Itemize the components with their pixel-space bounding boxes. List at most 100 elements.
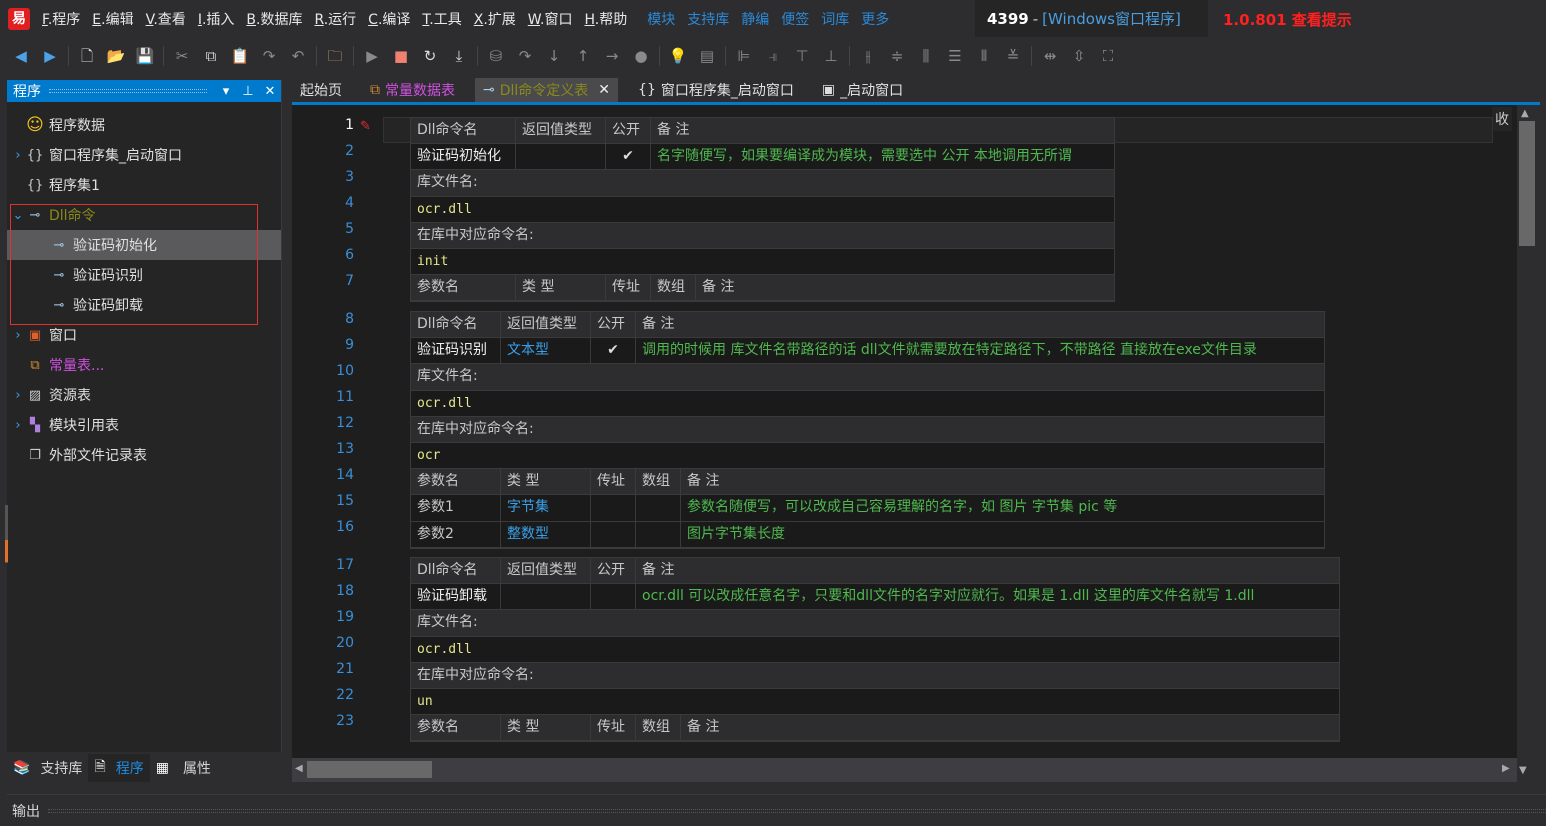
param-array-cell[interactable] (636, 495, 681, 521)
param-byref-cell[interactable] (591, 495, 636, 521)
param-name-cell[interactable]: 参数2 (411, 521, 501, 547)
command-name-cell[interactable]: 验证码初始化 (411, 144, 516, 170)
quick-link[interactable]: 支持库 (687, 9, 729, 29)
drag-grip[interactable] (48, 808, 1546, 813)
undo-icon[interactable]: ↶ (287, 45, 309, 67)
tree-item[interactable]: › ▨ 资源表 (7, 380, 281, 410)
library-file-value[interactable]: ocr.dll (411, 197, 1114, 222)
editor-tab[interactable]: ⊸ Dll命令定义表 ✕ (475, 78, 619, 102)
close-icon[interactable]: ✕ (259, 84, 281, 99)
editor-tab[interactable]: {} 窗口程序集_启动窗口 (630, 78, 802, 102)
menu-item[interactable]: F.程序 (42, 9, 80, 29)
tree-item[interactable]: ☺ 程序数据 (7, 110, 281, 140)
scroll-down-icon[interactable]: ▼ (1519, 765, 1527, 776)
scroll-right-icon[interactable]: ▶ (1502, 763, 1510, 774)
menu-item[interactable]: H.帮助 (584, 9, 627, 29)
quick-link[interactable]: 静编 (741, 9, 769, 29)
version-notice-link[interactable]: 1.0.801 查看提示 (1223, 9, 1352, 30)
fullscreen-icon[interactable]: ⛶ (1097, 45, 1119, 67)
open-folder-icon[interactable]: 📂 (105, 45, 127, 67)
param-array-cell[interactable] (636, 521, 681, 547)
editor-tab[interactable]: ⧉ 常量数据表 (362, 78, 463, 102)
menu-item[interactable]: W.窗口 (528, 9, 573, 29)
menu-item[interactable]: V.查看 (146, 9, 186, 29)
menu-item[interactable]: I.插入 (198, 9, 235, 29)
param-type-cell[interactable]: 字节集 (501, 495, 591, 521)
library-command-value[interactable]: init (411, 249, 1114, 274)
save-icon[interactable]: 💾 (134, 45, 156, 67)
menu-item[interactable]: X.扩展 (474, 9, 516, 29)
align-left-icon[interactable]: ⊫ (733, 45, 755, 67)
breakpoint-icon[interactable]: ⛁ (485, 45, 507, 67)
paste-icon[interactable]: 📋 (229, 45, 251, 67)
library-file-value[interactable]: ocr.dll (411, 391, 1324, 416)
copy-icon[interactable]: ⧉ (200, 45, 222, 67)
tree-item[interactable]: {} 程序集1 (7, 170, 281, 200)
command-name-cell[interactable]: 验证码识别 (411, 338, 501, 364)
restart-icon[interactable]: ↻ (419, 45, 441, 67)
close-tab-icon[interactable]: ✕ (598, 82, 610, 98)
note-cell[interactable]: 名字随便写，如果要编译成为模块，需要选中 公开 本地调用无所谓 (651, 144, 1114, 169)
dll-definition-editor[interactable]: 1 2 3 4 5 6 7 8 9 10 11 12 13 14 15 16 17 18 19 20 21 22 23 ✎ … (292, 105, 1517, 758)
param-note-cell[interactable]: 参数名随便写，可以改成自己容易理解的名字，如 图片 字节集 pic 等 (681, 495, 1324, 520)
editor-tab[interactable]: ▣ _启动窗口 (814, 78, 911, 102)
public-checkbox[interactable]: ✔ (591, 338, 636, 364)
same-height-icon[interactable]: ☰ (944, 45, 966, 67)
tree-item[interactable]: › ▚ 模块引用表 (7, 410, 281, 440)
editor-tab[interactable]: 起始页 (292, 78, 350, 102)
chevron-icon[interactable]: › (11, 388, 25, 403)
tree-item[interactable]: ❐ 外部文件记录表 (7, 440, 281, 470)
step-over-icon[interactable]: ↷ (514, 45, 536, 67)
tab-support-library[interactable]: 📚 支持库 (7, 754, 88, 782)
redo-icon[interactable]: ↷ (258, 45, 280, 67)
fit-width-icon[interactable]: ⇹ (1039, 45, 1061, 67)
chevron-icon[interactable]: › (11, 148, 25, 163)
step-into-icon[interactable]: ↓ (543, 45, 565, 67)
stop-icon[interactable]: ■ (390, 45, 412, 67)
note-cell[interactable]: ocr.dll 可以改成任意名字，只要和dll文件的名字对应就行。如果是 1.d… (636, 584, 1339, 609)
tree-item[interactable]: ›{} 窗口程序集_启动窗口 (7, 140, 281, 170)
public-checkbox[interactable]: ✔ (606, 144, 651, 170)
center-v-icon[interactable]: ≑ (886, 45, 908, 67)
param-name-cell[interactable]: 参数1 (411, 495, 501, 521)
vertical-scroll-thumb[interactable] (1519, 121, 1535, 246)
collapse-button[interactable]: 收 (1492, 107, 1512, 131)
quick-link[interactable]: 更多 (861, 9, 889, 29)
back-icon[interactable]: ◀ (10, 45, 32, 67)
watch-icon[interactable]: ● (630, 45, 652, 67)
align-top-icon[interactable]: ⊤ (791, 45, 813, 67)
note-cell[interactable]: 调用的时候用 库文件名带路径的话 dll文件就需要放在特定路径下，不带路径 直接… (636, 338, 1324, 363)
fit-height-icon[interactable]: ⇳ (1068, 45, 1090, 67)
menu-item[interactable]: B.数据库 (246, 9, 302, 29)
tab-properties[interactable]: ▦ 属性 (150, 754, 217, 782)
center-h-icon[interactable]: ⫲ (857, 45, 879, 67)
space-h-icon[interactable]: ⫴ (973, 45, 995, 67)
menu-item[interactable]: E.编辑 (92, 9, 133, 29)
quick-link[interactable]: 模块 (647, 9, 675, 29)
run-to-cursor-icon[interactable]: → (601, 45, 623, 67)
library-file-value[interactable]: ocr.dll (411, 637, 1339, 662)
return-type-cell[interactable] (501, 584, 591, 610)
scroll-up-icon[interactable]: ▲ (1521, 108, 1529, 119)
forward-icon[interactable]: ▶ (39, 45, 61, 67)
public-checkbox[interactable] (591, 584, 636, 610)
command-name-cell[interactable]: 验证码卸载 (411, 584, 501, 610)
cut-icon[interactable]: ✂ (171, 45, 193, 67)
chevron-icon[interactable]: › (11, 418, 25, 433)
chevron-icon[interactable]: › (11, 328, 25, 343)
menu-item[interactable]: T.工具 (422, 9, 461, 29)
param-type-cell[interactable]: 整数型 (501, 521, 591, 547)
menu-item[interactable]: R.运行 (314, 9, 356, 29)
run-icon[interactable]: ▶ (361, 45, 383, 67)
library-command-value[interactable]: ocr (411, 443, 1324, 468)
drag-grip[interactable] (49, 89, 207, 93)
hint-bulb-icon[interactable]: 💡 (667, 45, 689, 67)
tab-program[interactable]: 🗎 程序 (88, 754, 150, 782)
library-command-value[interactable]: un (411, 689, 1339, 714)
pin-icon[interactable]: ⊥ (237, 84, 259, 99)
tree-item[interactable]: ⧉ 常量表... (7, 350, 281, 380)
find-folder-icon[interactable]: 🗀 (324, 45, 346, 67)
tab-order-icon[interactable]: ▤ (696, 45, 718, 67)
scroll-left-icon[interactable]: ◀ (295, 763, 303, 774)
dropdown-icon[interactable]: ▾ (215, 84, 237, 99)
